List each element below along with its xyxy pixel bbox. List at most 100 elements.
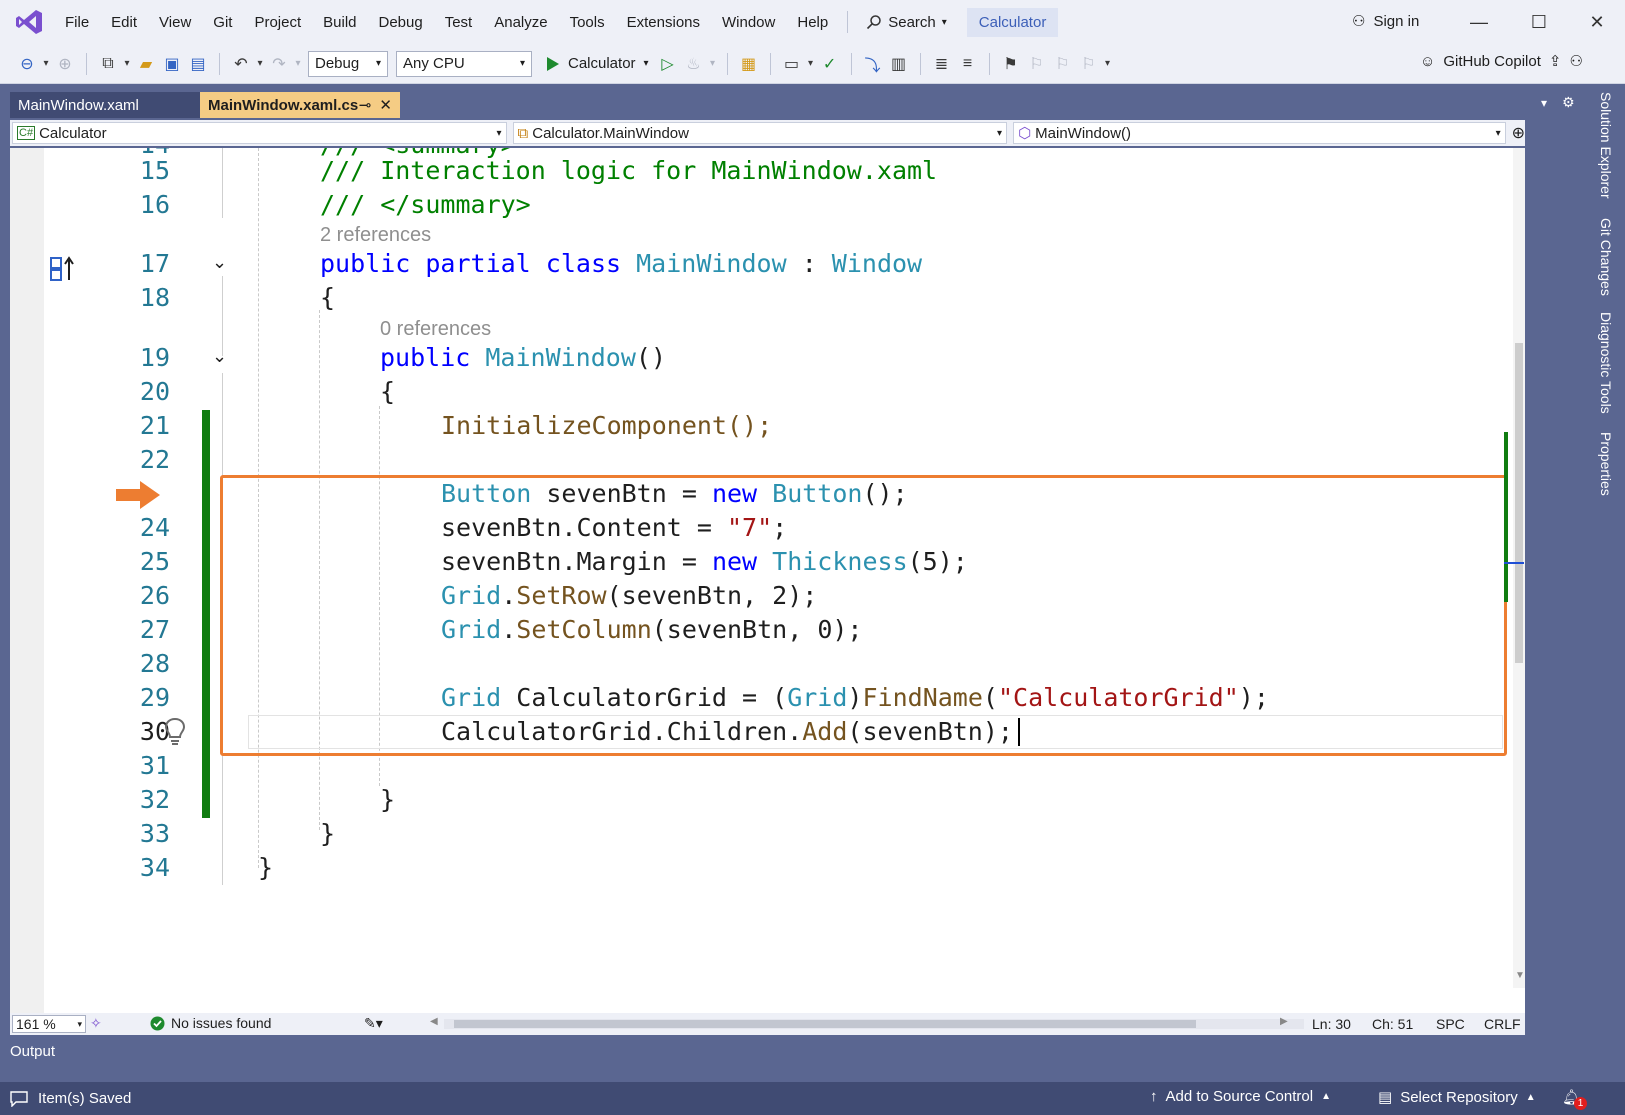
code-text: } [258, 853, 274, 882]
scroll-left-icon[interactable]: ◀ [430, 1016, 438, 1027]
collapse-chevron-icon[interactable]: ⌄ [212, 346, 227, 367]
vertical-scrollbar[interactable] [1513, 148, 1525, 988]
navigate-back-icon[interactable]: ⊖ [14, 51, 40, 77]
menu-file[interactable]: File [54, 14, 100, 31]
close-window-button[interactable]: ✕ [1582, 8, 1612, 36]
split-window-icon[interactable]: ⊕ [1512, 123, 1525, 143]
tab-overflow-icon[interactable]: ▾ [1541, 96, 1547, 110]
pin-icon[interactable]: ⊸ [359, 96, 372, 114]
menu-project[interactable]: Project [243, 14, 312, 31]
highlight-annotation-box [220, 475, 1507, 756]
whitespace-indicator[interactable]: SPC [1436, 1016, 1465, 1032]
editor-status-bar: 161 % ▾ ✧ No issues found ✎▾ ◀ ▶ Ln: 30 … [10, 1013, 1525, 1035]
new-project-icon[interactable]: ⧉ [95, 51, 121, 77]
step-into-icon[interactable]: ⤵ [860, 51, 886, 77]
share-icon[interactable]: ⇪ [1549, 52, 1562, 70]
scroll-right-icon[interactable]: ▶ [1280, 1016, 1288, 1027]
project-dropdown[interactable]: C# Calculator ▾ [12, 122, 507, 144]
search-box[interactable]: Search ▾ [856, 14, 957, 31]
chevron-down-icon: ▾ [375, 58, 381, 69]
maximize-button[interactable]: ☐ [1524, 8, 1554, 36]
line-indicator[interactable]: Ln: 30 [1312, 1016, 1351, 1032]
menu-window[interactable]: Window [711, 14, 786, 31]
bookmark-icon[interactable]: ⚑ [998, 51, 1024, 77]
intellicode-icon[interactable]: ✧ [90, 1015, 102, 1032]
github-copilot-button[interactable]: ☺ GitHub Copilot ⇪ ⚇ [1420, 52, 1583, 71]
menu-edit[interactable]: Edit [100, 14, 148, 31]
vertical-scroll-thumb[interactable] [1515, 343, 1523, 663]
toolbar-separator [219, 52, 220, 75]
save-icon[interactable]: ▣ [159, 51, 185, 77]
rail-git-changes[interactable]: Git Changes [1598, 218, 1614, 296]
code-line: 32 } [10, 783, 1500, 817]
chevron-down-icon[interactable]: ▾ [254, 51, 266, 77]
horizontal-scroll-thumb[interactable] [454, 1020, 1196, 1028]
hot-reload-icon[interactable]: ♨ [681, 51, 707, 77]
navigate-forward-icon[interactable]: ⊕ [52, 51, 78, 77]
solution-explorer-icon[interactable]: ▦ [736, 51, 762, 77]
start-debugging-button[interactable]: Calculator ▾ [546, 55, 649, 72]
codelens-references[interactable]: 0 references [380, 318, 491, 342]
line-ending-indicator[interactable]: CRLF [1484, 1016, 1521, 1032]
type-dropdown[interactable]: ⧉ Calculator.MainWindow ▾ [512, 122, 1008, 144]
platform-dropdown[interactable]: Any CPU ▾ [396, 50, 532, 77]
rail-diagnostic-tools[interactable]: Diagnostic Tools [1598, 312, 1614, 414]
menu-build[interactable]: Build [312, 14, 367, 31]
chevron-down-icon[interactable]: ▾ [292, 51, 304, 77]
menu-extensions[interactable]: Extensions [616, 14, 711, 31]
chevron-down-icon[interactable]: ▾ [805, 51, 817, 77]
previous-bookmark-icon[interactable]: ⚐ [1024, 51, 1050, 77]
tab-mainwindow-xaml-cs[interactable]: MainWindow.xaml.cs ⊸ ✕ [200, 92, 400, 118]
open-folder-icon[interactable]: ▰ [133, 51, 159, 77]
code-editor[interactable]: 14 /// <summary> 15 /// Interaction logi… [10, 148, 1525, 1013]
collapse-chevron-icon[interactable]: ⌄ [212, 252, 227, 273]
issues-indicator[interactable]: No issues found [150, 1015, 271, 1031]
member-dropdown[interactable]: ⬡ MainWindow() ▾ [1013, 122, 1506, 144]
menu-separator [847, 11, 849, 33]
save-all-icon[interactable]: ▤ [185, 51, 211, 77]
feedback-icon[interactable]: ⚇ [1569, 52, 1582, 70]
notifications-button[interactable]: 🔔︎ 1 [1562, 1088, 1587, 1110]
scroll-down-icon[interactable]: ▼ [1515, 970, 1525, 981]
rail-solution-explorer[interactable]: Solution Explorer [1598, 92, 1614, 199]
tab-mainwindow-xaml[interactable]: MainWindow.xaml [10, 92, 200, 118]
close-tab-icon[interactable]: ✕ [379, 96, 392, 114]
menu-git[interactable]: Git [202, 14, 243, 31]
clear-bookmarks-icon[interactable]: ⚐ [1076, 51, 1102, 77]
chevron-down-icon[interactable]: ▾ [707, 51, 719, 77]
menu-help[interactable]: Help [786, 14, 839, 31]
menu-tools[interactable]: Tools [559, 14, 616, 31]
rail-properties[interactable]: Properties [1598, 432, 1614, 496]
lightbulb-icon[interactable] [162, 716, 188, 748]
object-browser-icon[interactable]: ▥ [886, 51, 912, 77]
menu-debug[interactable]: Debug [368, 14, 434, 31]
horizontal-scrollbar[interactable] [444, 1019, 1304, 1029]
zoom-dropdown[interactable]: 161 % ▾ [12, 1015, 86, 1033]
chevron-down-icon[interactable]: ▾ [121, 51, 133, 77]
comment-lines-icon[interactable]: ≣ [929, 51, 955, 77]
menu-analyze[interactable]: Analyze [483, 14, 558, 31]
uncomment-lines-icon[interactable]: ≡ [955, 51, 981, 77]
select-repository-button[interactable]: ▤ Select Repository ▲ [1378, 1088, 1536, 1107]
visual-studio-logo-icon[interactable] [14, 7, 44, 37]
code-cleanup-icon[interactable]: ✎▾ [364, 1015, 383, 1032]
undo-icon[interactable]: ↶ [228, 51, 254, 77]
redo-icon[interactable]: ↷ [266, 51, 292, 77]
code-line: 17 public partial class MainWindow : Win… [10, 247, 1500, 281]
column-indicator[interactable]: Ch: 51 [1372, 1016, 1413, 1032]
add-to-source-control-button[interactable]: ↑ Add to Source Control ▲ [1150, 1088, 1331, 1105]
start-without-debugging-icon[interactable]: ▷ [655, 51, 681, 77]
layout-icon[interactable]: ▭ [779, 51, 805, 77]
configuration-dropdown[interactable]: Debug ▾ [308, 50, 388, 77]
minimize-button[interactable]: — [1464, 8, 1494, 36]
gear-icon[interactable]: ⚙ [1562, 94, 1575, 111]
next-bookmark-icon[interactable]: ⚐ [1050, 51, 1076, 77]
tab-output[interactable]: Output [10, 1043, 55, 1060]
spell-check-icon[interactable]: ✓ [817, 51, 843, 77]
chevron-down-icon[interactable]: ▾ [40, 51, 52, 77]
toolbar-overflow-icon[interactable]: ▾ [1102, 51, 1114, 77]
menu-view[interactable]: View [148, 14, 202, 31]
menu-test[interactable]: Test [434, 14, 484, 31]
codelens-references[interactable]: 2 references [320, 224, 431, 248]
sign-in-button[interactable]: ⚇ Sign in [1352, 12, 1419, 31]
